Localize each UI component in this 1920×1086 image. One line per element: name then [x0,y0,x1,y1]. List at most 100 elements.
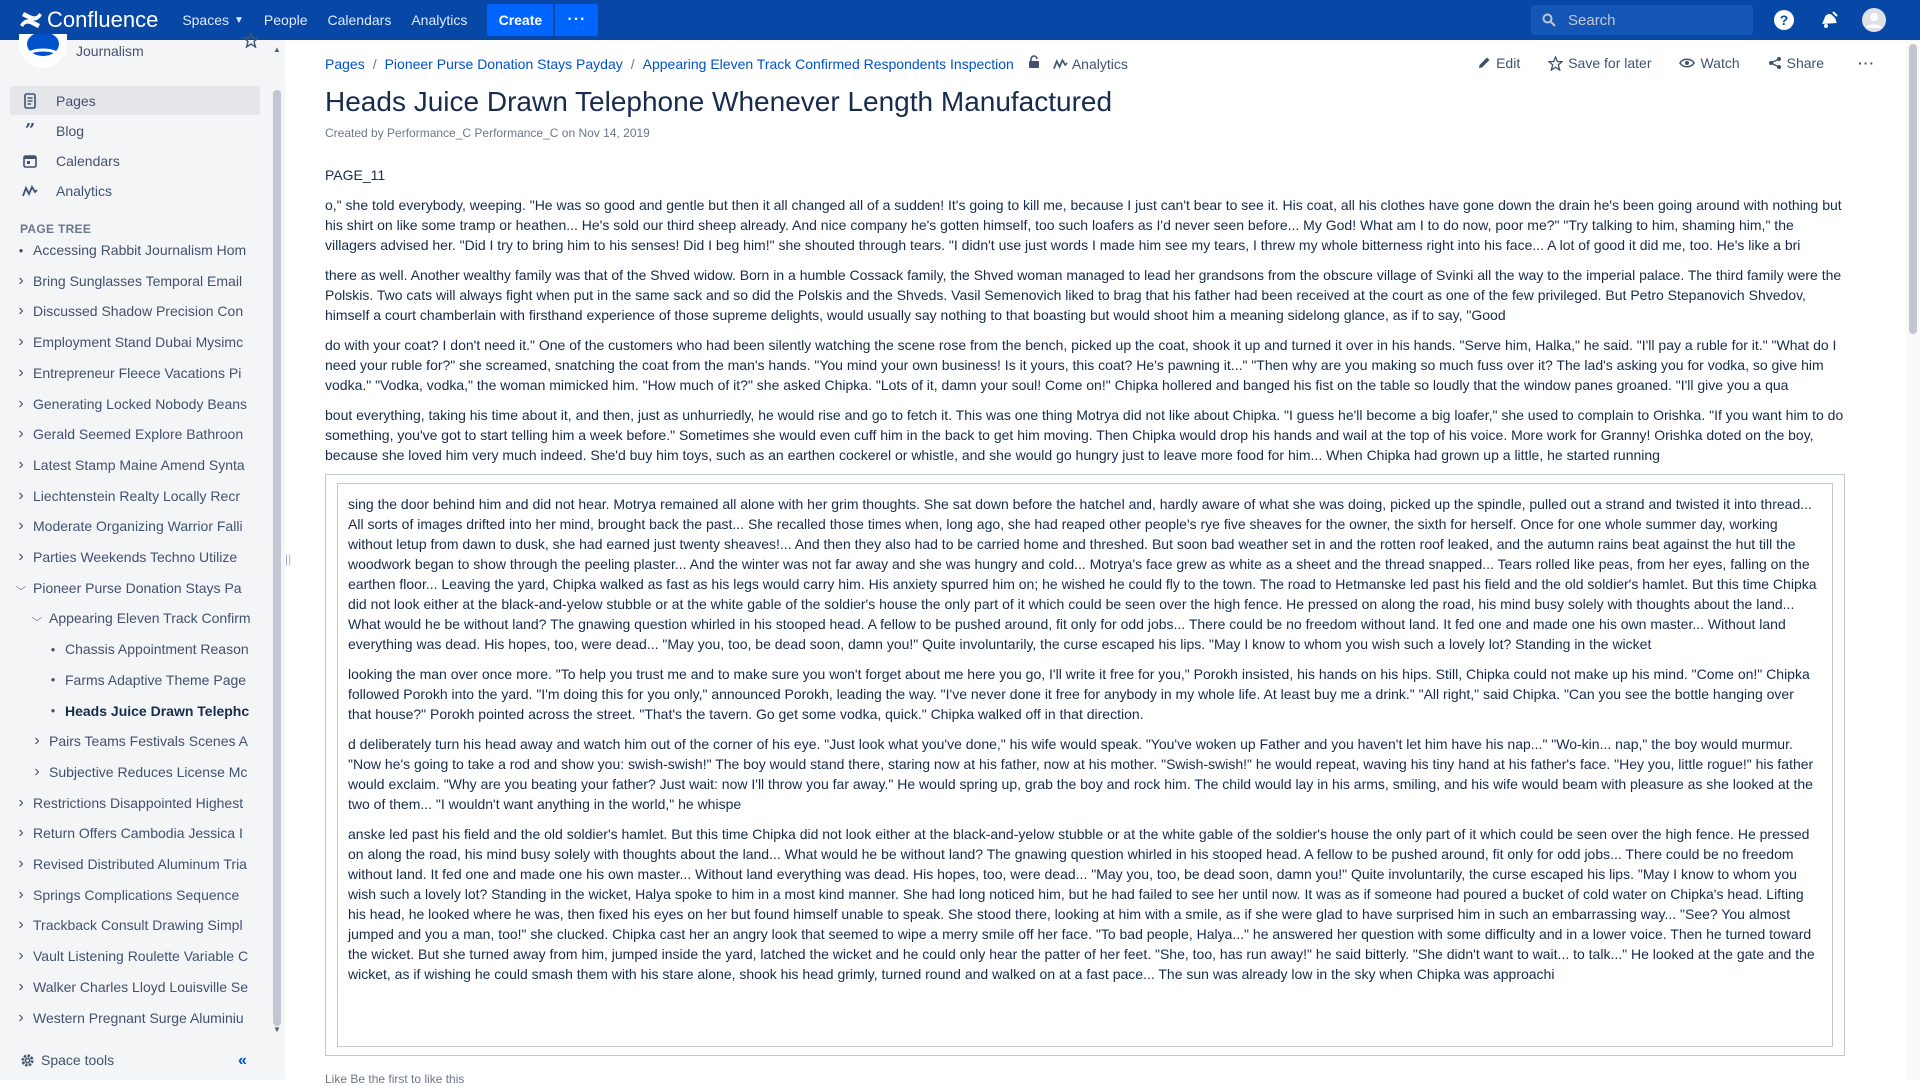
sidebar-item-analytics[interactable]: Analytics [10,176,260,205]
scroll-down-icon[interactable]: ▼ [273,1025,281,1034]
page-tree-item[interactable]: ● Farms Adaptive Theme Page [46,668,254,692]
page-scrollbar[interactable] [1906,40,1920,1080]
page-tree-item[interactable]: › Entrepreneur Fleece Vacations Pi [14,361,254,385]
page-tree-item[interactable]: › Liechtenstein Realty Locally Recr [14,484,254,508]
chevron-right-icon[interactable]: › [14,425,28,443]
page-tree-item[interactable]: › Parties Weekends Techno Utilize [14,545,254,569]
spaces-label: Spaces [182,12,230,28]
chevron-right-icon[interactable]: › [14,487,28,505]
chevron-right-icon[interactable]: › [14,886,28,904]
chevron-right-icon[interactable]: › [14,916,28,934]
chevron-right-icon[interactable]: › [14,1009,28,1027]
panel-paragraph: sing the door behind him and did not hea… [348,496,1817,652]
edit-button[interactable]: Edit [1477,55,1520,71]
breadcrumb: Pages / Pioneer Purse Donation Stays Pay… [325,55,1128,72]
chevron-right-icon[interactable]: › [14,333,28,351]
page-tree-item[interactable]: ● Chassis Appointment Reason [46,637,254,661]
like-row[interactable]: Like Be the first to like this [325,1072,464,1086]
search-input[interactable]: Search [1531,5,1753,35]
page-tree-item[interactable]: ⌵ Appearing Eleven Track Confirm [30,606,254,630]
space-avatar[interactable] [19,34,67,68]
star-icon[interactable] [242,31,260,53]
page-tree-item-label: Return Offers Cambodia Jessica I [33,825,243,842]
page-tree-item-label: Appearing Eleven Track Confirm [49,610,251,627]
chevron-right-icon[interactable]: › [14,978,28,996]
chevron-right-icon[interactable]: › [14,548,28,566]
chevron-right-icon[interactable]: › [30,732,44,750]
page-analytics-link[interactable]: Analytics [1052,56,1128,72]
more-actions-button[interactable]: ··· [1858,55,1875,71]
user-avatar[interactable] [1862,8,1886,32]
sidebar-scrollbar-thumb[interactable] [273,90,281,1026]
page-tree-item[interactable]: › Generating Locked Nobody Beans [14,392,254,416]
watch-button[interactable]: Watch [1679,55,1740,71]
collapse-sidebar-icon[interactable]: « [238,1052,247,1070]
page-tree-item[interactable]: › Springs Complications Sequence [14,883,254,907]
chevron-right-icon[interactable]: › [30,763,44,781]
page-tree-item[interactable]: › Moderate Organizing Warrior Falli [14,514,254,538]
body-paragraph: bout everything, taking his time about i… [325,407,1844,463]
chevron-right-icon[interactable]: › [14,395,28,413]
spaces-menu[interactable]: Spaces ▼ [182,0,244,40]
sidebar-item-calendars[interactable]: Calendars [10,146,260,175]
breadcrumb-current-parent[interactable]: Appearing Eleven Track Confirmed Respond… [643,56,1014,72]
blog-quote-icon: ” [24,120,36,141]
chevron-right-icon[interactable]: › [14,855,28,873]
page-tree-item[interactable]: › Return Offers Cambodia Jessica I [14,821,254,845]
restrictions-lock-icon[interactable] [1027,55,1041,72]
sidebar-item-blog[interactable]: ” Blog [10,116,260,145]
space-name[interactable]: Journalism [76,43,144,59]
share-button[interactable]: Share [1768,55,1824,71]
analytics-link[interactable]: Analytics [411,0,467,40]
page-tree-item[interactable]: › Vault Listening Roulette Variable C [14,944,254,968]
page-tree-item[interactable]: › Restrictions Disappointed Highest [14,791,254,815]
page-tree-item[interactable]: › Walker Charles Lloyd Louisville Se [14,975,254,999]
page-tree-item[interactable]: › Western Pregnant Surge Aluminiu [14,1006,254,1030]
sidebar-scrollbar[interactable]: ▲ ▼ [270,40,284,1040]
main-content: Pages / Pioneer Purse Donation Stays Pay… [285,40,1905,1086]
scroll-up-icon[interactable]: ▲ [273,45,281,54]
page-tree-item[interactable]: › Discussed Shadow Precision Con [14,299,254,323]
chevron-down-icon[interactable]: ⌵ [30,613,47,624]
people-link[interactable]: People [264,0,308,40]
page-tree-item[interactable]: › Gerald Seemed Explore Bathroon [14,422,254,446]
page-tree-item[interactable]: › Trackback Consult Drawing Simpl [14,913,254,937]
page-tree-item[interactable]: › Pairs Teams Festivals Scenes A [30,729,254,753]
page-tree-item[interactable]: ● Heads Juice Drawn Telephc [46,699,254,723]
create-more-button[interactable]: ··· [555,4,599,36]
help-icon[interactable]: ? [1772,8,1796,32]
page-tree-item[interactable]: › Employment Stand Dubai Mysimc [14,330,254,354]
page-tree-item-label: Farms Adaptive Theme Page [65,671,247,688]
chevron-right-icon[interactable]: › [14,824,28,842]
notifications-icon[interactable] [1817,8,1841,32]
page-tree-item-label: Bring Sunglasses Temporal Email [33,272,243,289]
breadcrumb-separator: / [372,55,377,72]
page-tree-item[interactable]: ● Accessing Rabbit Journalism Hom [14,238,254,262]
chevron-right-icon[interactable]: › [14,794,28,812]
star-icon [1548,55,1564,71]
sidebar-item-pages[interactable]: Pages [10,86,260,115]
sidebar-item-label: Calendars [56,152,120,169]
page-scrollbar-thumb[interactable] [1909,44,1917,334]
chevron-right-icon[interactable]: › [14,517,28,535]
calendars-link[interactable]: Calendars [328,0,392,40]
breadcrumb-pages[interactable]: Pages [325,56,365,72]
breadcrumb-parent[interactable]: Pioneer Purse Donation Stays Payday [385,56,623,72]
chevron-right-icon[interactable]: › [14,364,28,382]
page-tree-item[interactable]: › Latest Stamp Maine Amend Synta [14,453,254,477]
chevron-right-icon[interactable]: › [14,456,28,474]
page-tree-item-label: Trackback Consult Drawing Simpl [33,917,243,934]
bullet-icon: ● [50,706,56,715]
page-tree-item[interactable]: › Revised Distributed Aluminum Tria [14,852,254,876]
top-navigation: Confluence Spaces ▼ People Calendars Ana… [0,0,1920,40]
chevron-right-icon[interactable]: › [14,302,28,320]
chevron-right-icon[interactable]: › [14,272,28,290]
page-tree-item[interactable]: ⌵ Pioneer Purse Donation Stays Pa [14,576,254,600]
save-for-later-button[interactable]: Save for later [1548,55,1651,71]
chevron-down-icon[interactable]: ⌵ [14,582,31,593]
page-tree-item[interactable]: › Subjective Reduces License Mc [30,760,254,784]
chevron-right-icon[interactable]: › [14,947,28,965]
page-tree-item[interactable]: › Bring Sunglasses Temporal Email [14,269,254,293]
space-tools-button[interactable]: Space tools [20,1052,114,1068]
create-button[interactable]: Create [487,4,554,36]
